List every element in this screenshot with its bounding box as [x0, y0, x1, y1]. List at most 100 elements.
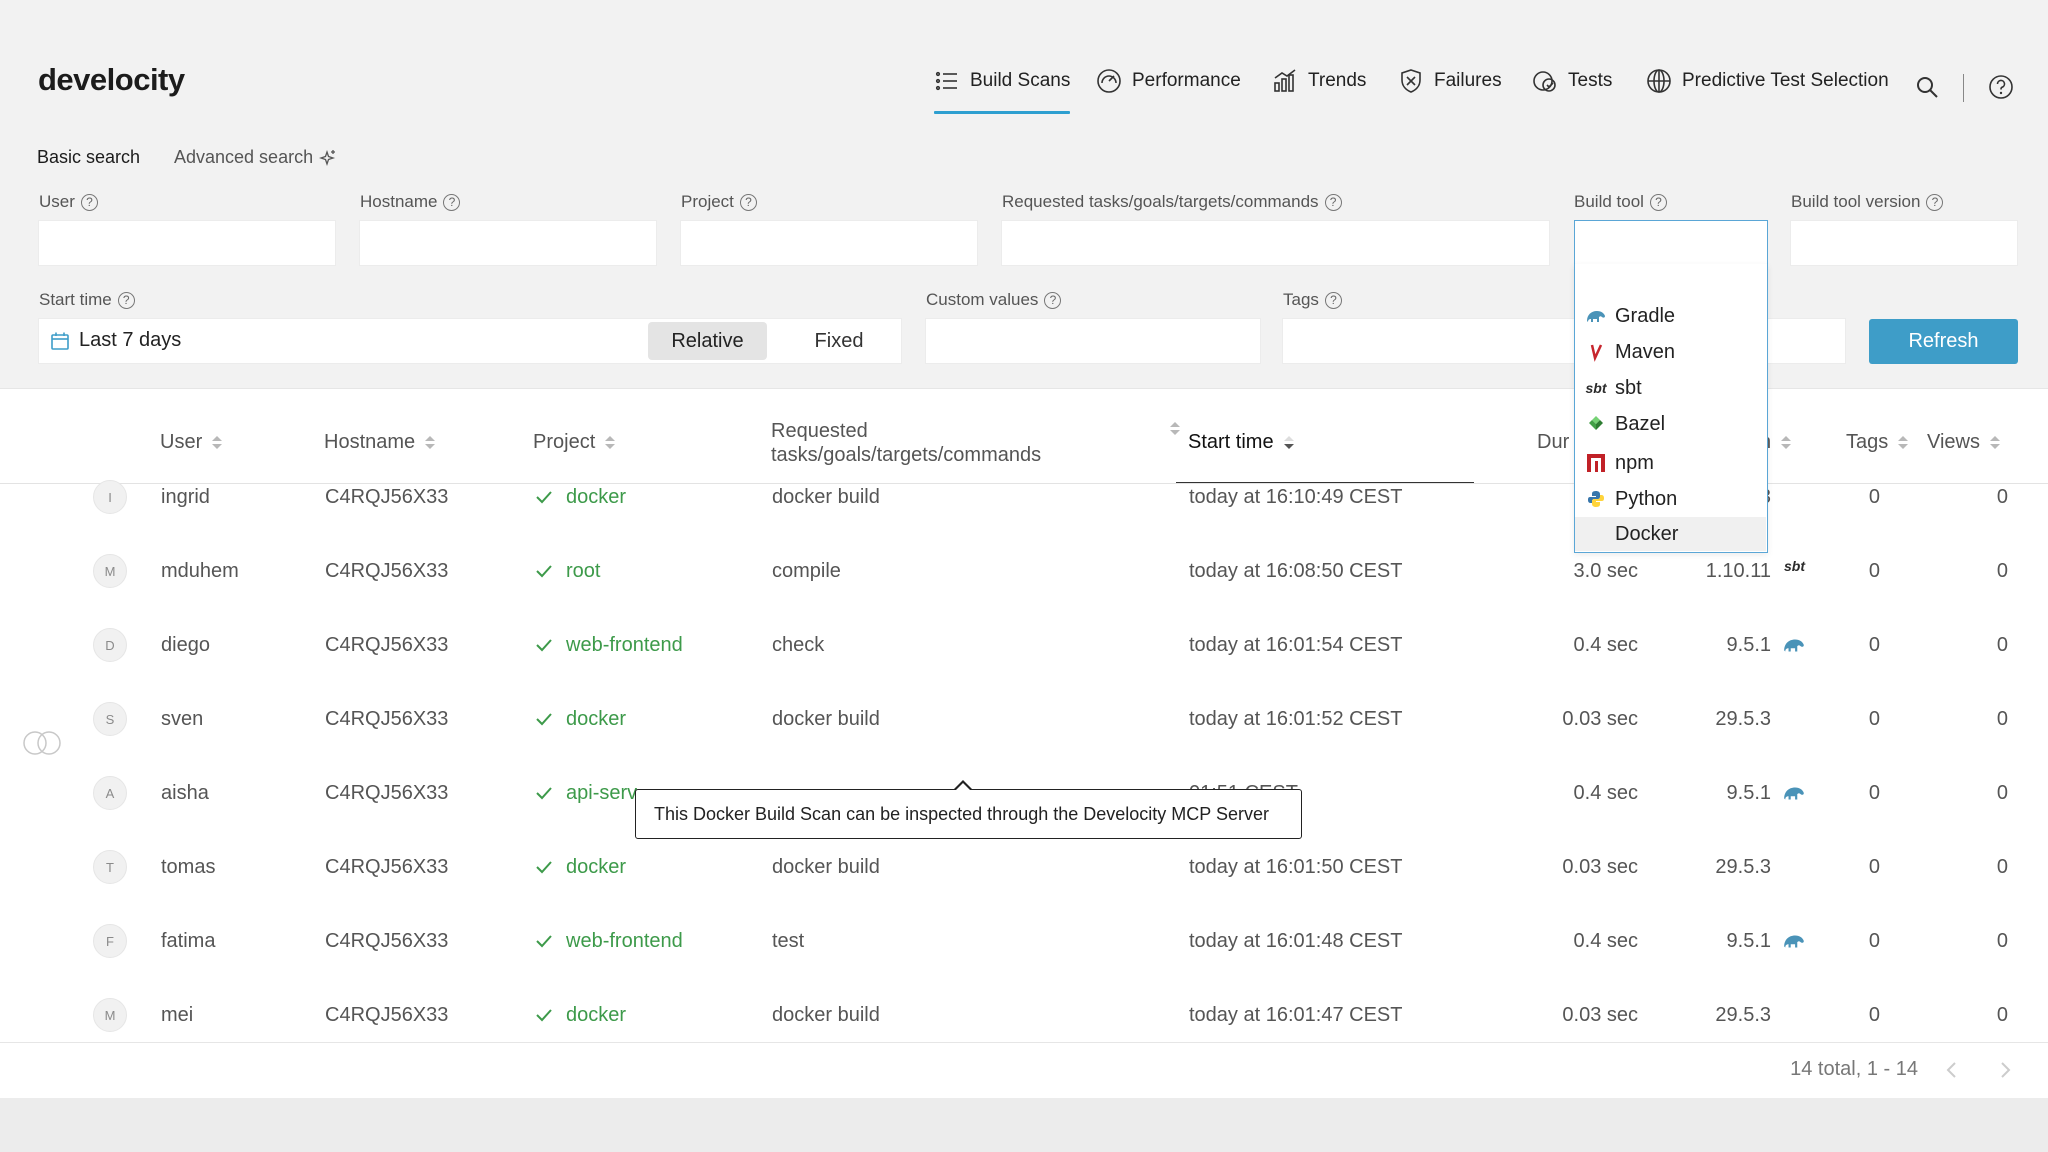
compare-icon[interactable] [21, 730, 63, 756]
table-row[interactable]: Ssven C4RQJ56X33 docker docker build today a… [0, 682, 2048, 756]
help-icon[interactable]: ? [443, 193, 461, 211]
footer-divider [0, 1042, 2048, 1043]
col-tags[interactable]: Tags [1846, 431, 1909, 454]
success-check-icon [536, 565, 552, 578]
nav-predictive-test-selection[interactable]: Predictive Test Selection [1646, 69, 1889, 116]
option-sbt[interactable]: sbt sbt [1575, 371, 1766, 405]
table-row[interactable]: Ttomas C4RQJ56X33 docker docker build today … [0, 830, 2048, 904]
help-icon[interactable]: ? [117, 291, 135, 309]
project-cell[interactable]: api-serv [534, 756, 637, 830]
sort-desc-icon [1283, 435, 1294, 450]
table-row[interactable]: Mmei C4RQJ56X33 docker docker build today at… [0, 978, 2048, 1052]
help-icon[interactable]: ? [1044, 291, 1062, 309]
hostname-cell: C4RQJ56X33 [325, 1003, 449, 1026]
requested-label-text: Requested tasks/goals/targets/commands [1002, 192, 1319, 211]
hostname-input[interactable] [359, 220, 657, 266]
col-hostname[interactable]: Hostname [324, 431, 436, 454]
start-time-cell: today at 16:10:49 CEST [1189, 485, 1403, 508]
duration-cell: 0.03 sec [1562, 1003, 1638, 1026]
requested-input[interactable] [1001, 220, 1550, 266]
success-check-icon [536, 639, 552, 652]
col-project[interactable]: Project [533, 431, 616, 454]
table-row[interactable]: Ffatima C4RQJ56X33 web-frontend test today a… [0, 904, 2048, 978]
build-tool-input[interactable] [1574, 220, 1768, 266]
project-cell[interactable]: root [534, 534, 600, 608]
nav-label: Predictive Test Selection [1682, 70, 1889, 91]
option-docker[interactable]: Docker [1575, 517, 1766, 551]
project-cell[interactable]: docker [534, 460, 626, 534]
option-bazel[interactable]: Bazel [1575, 407, 1766, 441]
start-time-cell: today at 16:01:50 CEST [1189, 855, 1403, 878]
mcp-tooltip: This Docker Build Scan can be inspected … [635, 780, 1302, 839]
option-python[interactable]: Python [1575, 482, 1766, 516]
help-icon[interactable] [1988, 74, 2014, 100]
option-maven[interactable]: Maven [1575, 335, 1766, 369]
help-icon[interactable]: ? [1324, 193, 1342, 211]
table-footer [0, 1043, 2048, 1097]
avatar-initial: T [106, 859, 114, 875]
chevron-right-icon[interactable] [1997, 1060, 2013, 1080]
avatar-initial: D [105, 637, 115, 653]
nav-tests[interactable]: Tests [1532, 70, 1612, 116]
requested-label: Requested tasks/goals/targets/commands? [1002, 192, 1342, 212]
requested-cell: check [772, 633, 825, 656]
sort-icon[interactable] [1170, 422, 1180, 436]
project-cell[interactable]: web-frontend [534, 904, 683, 978]
table-row[interactable]: Ddiego C4RQJ56X33 web-frontend check today a… [0, 608, 2048, 682]
tab-advanced-search[interactable]: Advanced search [174, 147, 337, 168]
tab-basic-search[interactable]: Basic search [37, 147, 140, 168]
project-cell[interactable]: docker [534, 978, 626, 1052]
nav-label: Tests [1568, 70, 1613, 91]
nav-failures[interactable]: Failures [1398, 69, 1502, 116]
views-cell: 0 [1996, 633, 2008, 656]
option-npm[interactable]: npm [1575, 446, 1766, 480]
nav-performance[interactable]: Performance [1096, 69, 1241, 116]
nav-build-scans[interactable]: Build Scans [934, 70, 1071, 116]
option-label: Python [1615, 487, 1678, 510]
user-cell: aisha [161, 781, 209, 804]
sort-icon [1898, 435, 1909, 450]
success-check-icon [536, 713, 552, 726]
views-cell: 0 [1996, 781, 2008, 804]
help-icon[interactable]: ? [1926, 193, 1944, 211]
avatar: T [93, 850, 127, 884]
user-input[interactable] [38, 220, 336, 266]
requested-cell: docker build [772, 485, 880, 508]
help-icon[interactable]: ? [1324, 291, 1342, 309]
col-start-time[interactable]: Start time [1188, 431, 1294, 454]
hostname-cell: C4RQJ56X33 [325, 707, 449, 730]
option-gradle[interactable]: Gradle [1575, 299, 1766, 333]
user-label-text: User [39, 192, 75, 211]
col-user[interactable]: User [160, 431, 223, 454]
col-duration[interactable]: Dur [1537, 431, 1569, 454]
help-icon[interactable]: ? [1649, 193, 1667, 211]
refresh-button[interactable]: Refresh [1869, 319, 2018, 364]
project-cell[interactable]: web-frontend [534, 608, 683, 682]
start-time-field[interactable]: Last 7 days [38, 318, 902, 364]
search-icon[interactable] [1914, 74, 1940, 100]
project-cell[interactable]: docker [534, 830, 626, 904]
col-views[interactable]: Views [1927, 431, 2000, 454]
hostname-cell: C4RQJ56X33 [325, 633, 449, 656]
version-cell: 29.5.3 [1715, 707, 1771, 730]
develocity-logo[interactable]: develocity [38, 62, 185, 98]
project-input[interactable] [680, 220, 978, 266]
build-tool-version-input[interactable] [1790, 220, 2018, 266]
chevron-left-icon[interactable] [1944, 1060, 1960, 1080]
help-icon[interactable]: ? [80, 193, 98, 211]
tags-label-text: Tags [1283, 290, 1319, 309]
success-check-icon [536, 1009, 552, 1022]
tags-label: Tags? [1283, 290, 1342, 310]
user-cell: mduhem [161, 559, 239, 582]
project-cell[interactable]: docker [534, 682, 626, 756]
fixed-toggle[interactable]: Fixed [780, 322, 898, 360]
views-cell: 0 [1996, 485, 2008, 508]
tags-cell: 0 [1868, 855, 1880, 878]
relative-toggle[interactable]: Relative [648, 322, 767, 360]
tags-cell: 0 [1868, 781, 1880, 804]
custom-values-input[interactable] [925, 318, 1261, 364]
nav-trends[interactable]: Trends [1272, 69, 1366, 116]
custom-values-label-text: Custom values [926, 290, 1039, 309]
help-icon[interactable]: ? [739, 193, 757, 211]
start-time-cell: today at 16:01:54 CEST [1189, 633, 1403, 656]
